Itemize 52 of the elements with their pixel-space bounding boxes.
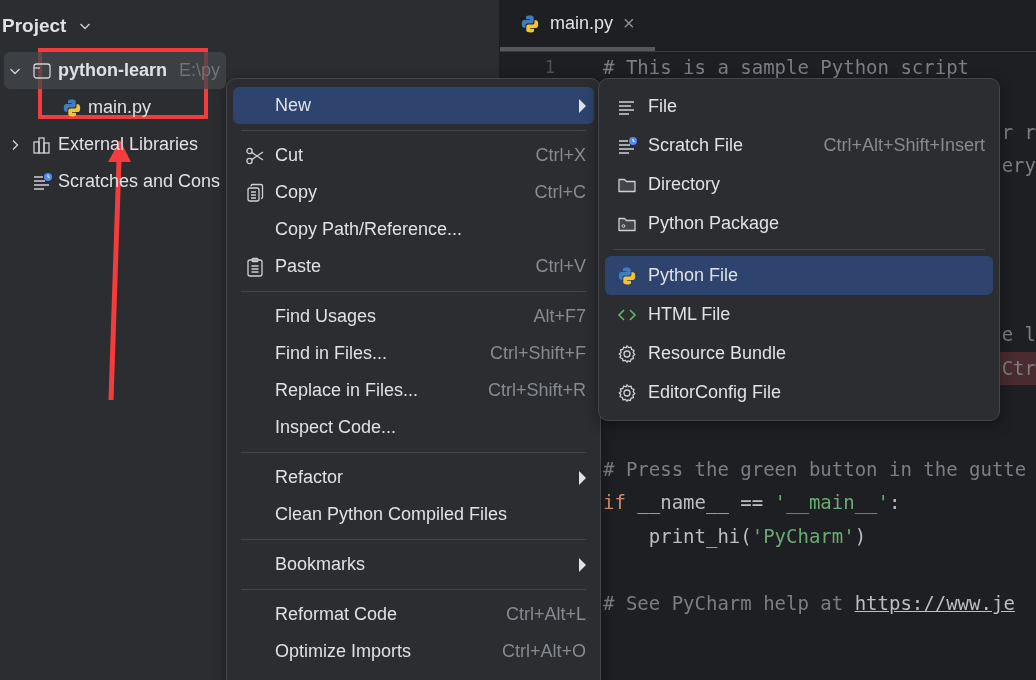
code-line: r r <box>1001 119 1036 145</box>
menu-item[interactable]: Resource Bundle <box>605 334 993 373</box>
books-icon <box>32 134 52 155</box>
submenu-arrow-icon <box>578 98 586 113</box>
menu-item[interactable]: Reformat Code Ctrl+Alt+L <box>233 596 594 633</box>
scratch-lines-icon <box>617 135 637 156</box>
python-icon <box>617 265 637 286</box>
code-line: if __name__ == '__main__': <box>603 490 901 516</box>
menu-item[interactable]: Clean Python Compiled Files <box>233 496 594 533</box>
menu-item[interactable]: Inspect Code... <box>233 409 594 446</box>
menu-item[interactable]: Find Usages Alt+F7 <box>233 298 594 335</box>
scissors-icon <box>245 145 265 166</box>
menu-item[interactable]: Directory <box>605 165 993 204</box>
panel-title[interactable]: Project <box>2 15 67 37</box>
menu-item[interactable]: Python File <box>605 256 993 295</box>
menu-item[interactable]: EditorConfig File <box>605 373 993 412</box>
menu-item[interactable]: Bookmarks <box>233 546 594 583</box>
menu-item[interactable]: Find in Files... Ctrl+Shift+F <box>233 335 594 372</box>
menu-item[interactable]: Scratch File Ctrl+Alt+Shift+Insert <box>605 126 993 165</box>
clipboard-icon <box>245 256 265 277</box>
gear-icon <box>617 382 637 403</box>
menu-item[interactable]: Optimize Imports Ctrl+Alt+O <box>233 633 594 670</box>
tree-item[interactable]: External Libraries <box>4 126 226 163</box>
code-line: Ctr <box>1001 355 1036 381</box>
python-icon <box>62 97 82 118</box>
code-line: e l <box>1001 321 1036 347</box>
python-icon <box>520 13 540 34</box>
code-line: ery <box>1001 153 1036 179</box>
link[interactable]: https://www.je <box>854 587 1015 621</box>
editor-tab[interactable]: main.py × <box>500 0 655 51</box>
menu-item[interactable]: File <box>605 87 993 126</box>
menu-item[interactable]: Copy Path/Reference... <box>233 211 594 248</box>
gear-icon <box>617 343 637 364</box>
menu-item[interactable]: Python Package <box>605 204 993 243</box>
code-text: # See PyCharm help at <box>603 591 845 617</box>
menu-item[interactable]: Replace in Files... Ctrl+Shift+R <box>233 372 594 409</box>
copy-icon <box>245 182 265 203</box>
menu-item[interactable]: Paste Ctrl+V <box>233 248 594 285</box>
menu-item[interactable]: Refactor <box>233 459 594 496</box>
menu-item[interactable]: HTML File <box>605 295 993 334</box>
tree-item[interactable]: main.py <box>4 89 226 126</box>
code-line: print_hi('PyCharm') <box>647 523 867 550</box>
menu-item[interactable]: Copy Ctrl+C <box>233 174 594 211</box>
code-line: # This is a sample Python script <box>603 55 970 80</box>
menu-item[interactable]: New <box>233 87 594 124</box>
scratch-lines-icon <box>32 171 52 192</box>
submenu-arrow-icon <box>578 557 586 572</box>
submenu-arrow-icon <box>578 470 586 485</box>
code-line: # Press the green button in the gutte <box>603 456 1027 482</box>
menu-item[interactable]: Cut Ctrl+X <box>233 137 594 174</box>
close-icon[interactable]: × <box>623 12 635 35</box>
folder-icon <box>32 60 52 81</box>
